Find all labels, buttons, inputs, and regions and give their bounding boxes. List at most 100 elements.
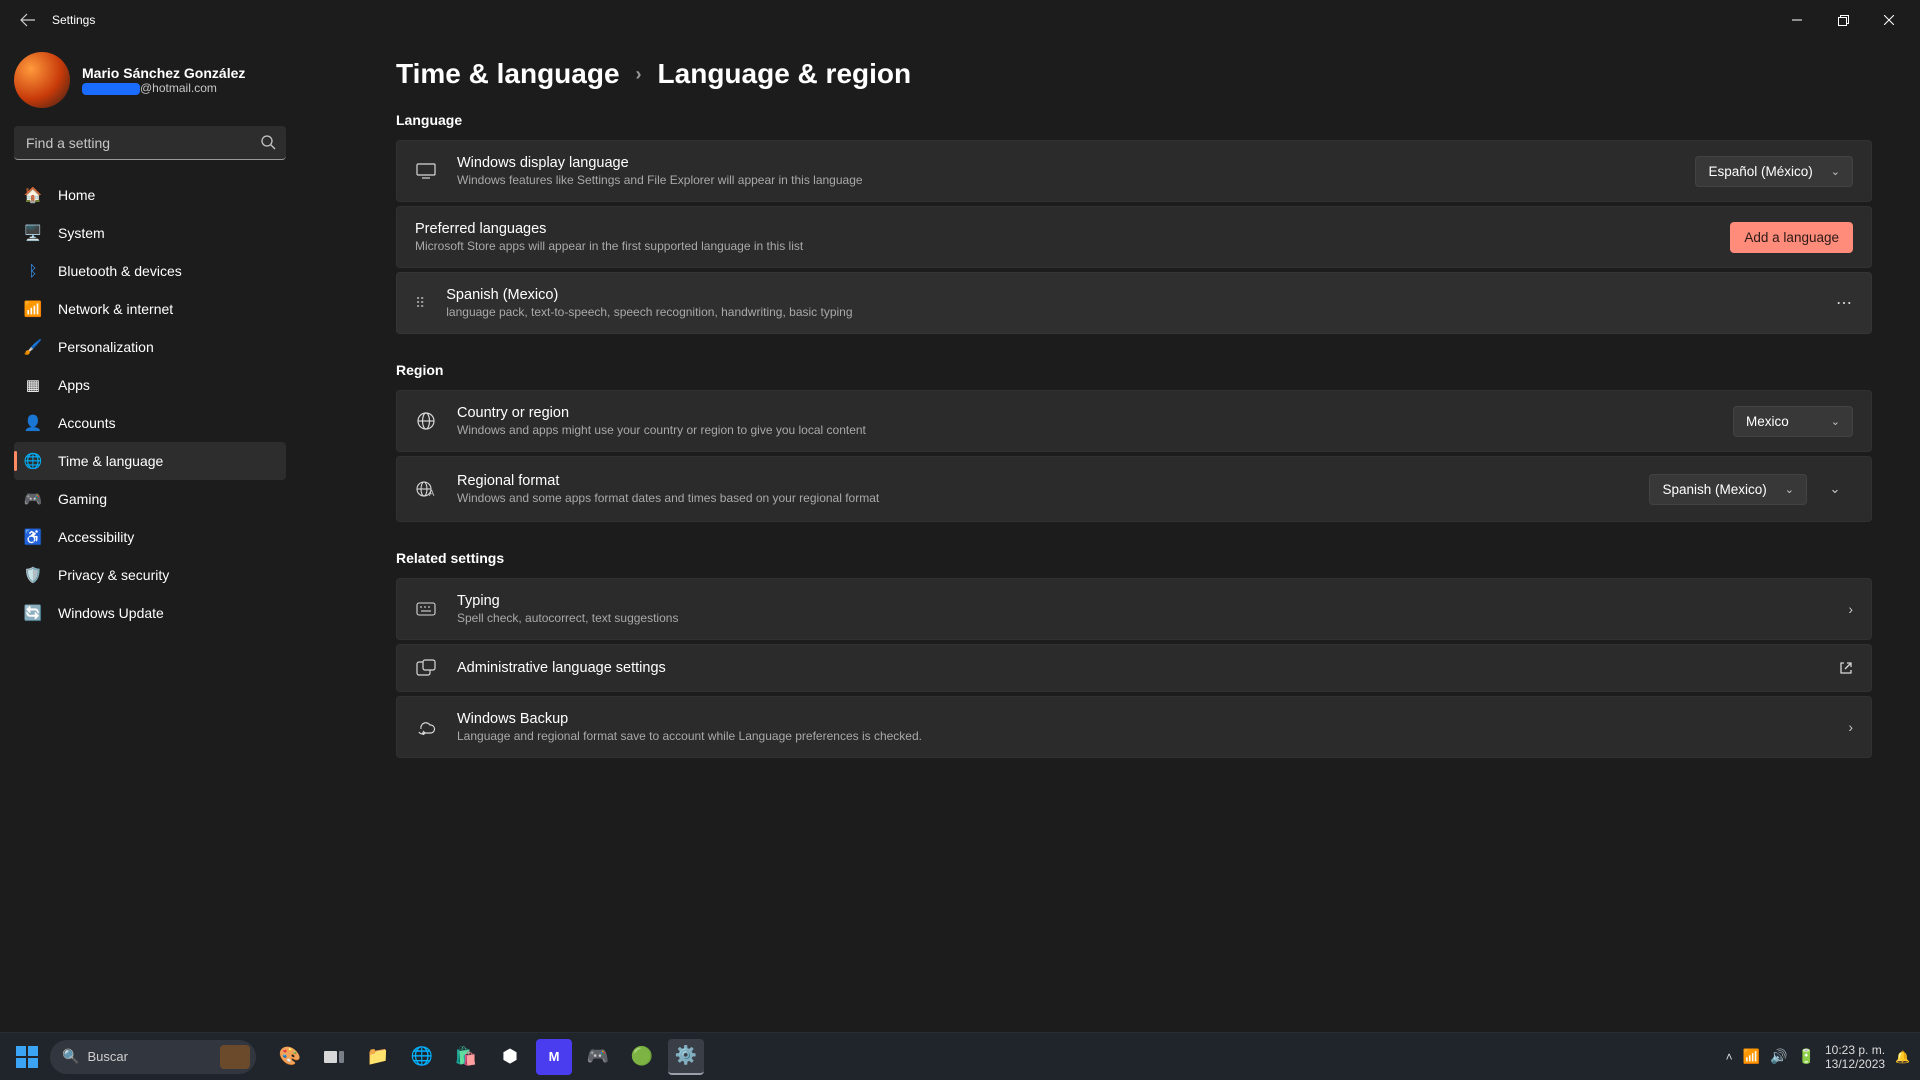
sidebar-item-accounts[interactable]: 👤Accounts [14, 404, 286, 442]
card-regional-format[interactable]: A Regional format Windows and some apps … [396, 456, 1872, 522]
tray-show-hidden-icon[interactable]: ˄ [1726, 1050, 1733, 1064]
breadcrumb-parent[interactable]: Time & language [396, 58, 620, 90]
window-title: Settings [52, 13, 95, 27]
sidebar-item-bluetooth[interactable]: ᛒ Bluetooth & devices [14, 252, 286, 290]
dropdown-display-language[interactable]: Español (México) ⌄ [1695, 156, 1853, 187]
taskbar-app-chrome[interactable]: 🟢 [624, 1039, 660, 1075]
card-title: Preferred languages [415, 221, 1710, 237]
taskbar-app-m[interactable]: M [536, 1039, 572, 1075]
profile-email: @hotmail.com [82, 81, 245, 95]
email-redacted [82, 83, 140, 95]
card-title: Spanish (Mexico) [446, 287, 1816, 303]
sidebar-item-label: System [58, 225, 105, 241]
taskbar-search-label: Buscar [87, 1049, 127, 1064]
sidebar-item-privacy[interactable]: 🛡️Privacy & security [14, 556, 286, 594]
card-title: Windows display language [457, 155, 1675, 171]
taskbar-app-taskview[interactable] [316, 1039, 352, 1075]
nav-list: 🏠 Home 🖥️System ᛒ Bluetooth & devices 📶Net… [14, 176, 286, 632]
sidebar-item-label: Bluetooth & devices [58, 263, 182, 279]
taskbar-app-explorer[interactable]: 📁 [360, 1039, 396, 1075]
sidebar-item-personalization[interactable]: 🖌️Personalization [14, 328, 286, 366]
accessibility-icon: ♿ [24, 528, 42, 546]
tray-icons[interactable]: 📶 🔊 🔋 [1743, 1048, 1815, 1065]
taskbar-date: 13/12/2023 [1825, 1057, 1885, 1071]
card-desc: Windows and some apps format dates and t… [457, 491, 1629, 505]
email-suffix: @hotmail.com [140, 81, 217, 95]
globe-icon [415, 412, 437, 430]
sidebar-item-label: Network & internet [58, 301, 173, 317]
taskbar-app-3d[interactable]: ⬢ [492, 1039, 528, 1075]
chevron-down-icon: ⌄ [1785, 483, 1794, 496]
drag-handle-icon[interactable]: ⠿ [415, 299, 426, 307]
expand-button[interactable]: ⌄ [1817, 471, 1853, 507]
card-language-item[interactable]: ⠿ Spanish (Mexico) language pack, text-t… [396, 272, 1872, 334]
dropdown-value: Mexico [1746, 414, 1789, 429]
more-options-button[interactable]: ⋯ [1836, 293, 1853, 313]
taskbar-app-edge[interactable]: 🌐 [404, 1039, 440, 1075]
card-admin-language[interactable]: Administrative language settings [396, 644, 1872, 692]
battery-icon: 🔋 [1798, 1048, 1815, 1065]
card-typing[interactable]: Typing Spell check, autocorrect, text su… [396, 578, 1872, 640]
gaming-icon: 🎮 [24, 490, 42, 508]
sidebar-item-gaming[interactable]: 🎮Gaming [14, 480, 286, 518]
search-icon: 🔍 [62, 1048, 79, 1065]
taskbar-clock[interactable]: 10:23 p. m. 13/12/2023 [1825, 1043, 1885, 1071]
start-button[interactable] [10, 1040, 44, 1074]
back-arrow-icon [20, 12, 36, 28]
sidebar-item-network[interactable]: 📶Network & internet [14, 290, 286, 328]
dropdown-country[interactable]: Mexico ⌄ [1733, 406, 1853, 437]
card-title: Country or region [457, 405, 1713, 421]
sidebar-item-apps[interactable]: ▦Apps [14, 366, 286, 404]
card-display-language[interactable]: Windows display language Windows feature… [396, 140, 1872, 202]
taskbar-app-store[interactable]: 🛍️ [448, 1039, 484, 1075]
card-title: Typing [457, 593, 1828, 609]
sidebar-item-system[interactable]: 🖥️System [14, 214, 286, 252]
bluetooth-icon: ᛒ [24, 262, 42, 280]
profile-block[interactable]: Mario Sánchez González @hotmail.com [14, 52, 286, 108]
profile-info: Mario Sánchez González @hotmail.com [82, 65, 245, 95]
taskbar-search[interactable]: 🔍 Buscar [50, 1040, 256, 1074]
taskbar-app-xbox[interactable]: 🎮 [580, 1039, 616, 1075]
home-icon: 🏠 [24, 186, 42, 204]
chevron-down-icon: ⌄ [1831, 165, 1840, 178]
sidebar-item-label: Home [58, 187, 95, 203]
back-button[interactable] [8, 0, 48, 40]
breadcrumb-current: Language & region [658, 58, 912, 90]
card-title: Regional format [457, 473, 1629, 489]
sidebar-item-update[interactable]: 🔄Windows Update [14, 594, 286, 632]
taskbar-time: 10:23 p. m. [1825, 1043, 1885, 1057]
search-highlight-icon [220, 1045, 250, 1069]
sidebar-item-home[interactable]: 🏠 Home [14, 176, 286, 214]
card-country-region[interactable]: Country or region Windows and apps might… [396, 390, 1872, 452]
sidebar-item-label: Accounts [58, 415, 116, 431]
volume-icon: 🔊 [1770, 1048, 1787, 1065]
sidebar-item-label: Windows Update [58, 605, 164, 621]
close-button[interactable] [1866, 4, 1912, 36]
maximize-button[interactable] [1820, 4, 1866, 36]
sidebar-item-time-language[interactable]: 🌐Time & language [14, 442, 286, 480]
taskbar-app-copilot[interactable]: 🎨 [272, 1039, 308, 1075]
keyboard-icon [415, 602, 437, 616]
card-desc: Spell check, autocorrect, text suggestio… [457, 611, 1828, 625]
search-input[interactable] [14, 126, 286, 160]
dropdown-value: Español (México) [1708, 164, 1812, 179]
breadcrumb: Time & language › Language & region [396, 58, 1872, 90]
minimize-button[interactable] [1774, 4, 1820, 36]
window-controls [1774, 4, 1912, 36]
profile-name: Mario Sánchez González [82, 65, 245, 81]
svg-text:A: A [429, 489, 435, 498]
taskbar: 🔍 Buscar 🎨 📁 🌐 🛍️ ⬢ M 🎮 🟢 ⚙️ ˄ 📶 🔊 🔋 10:… [0, 1032, 1920, 1080]
apps-icon: ▦ [24, 376, 42, 394]
add-language-button[interactable]: Add a language [1730, 222, 1853, 253]
sidebar-item-label: Personalization [58, 339, 154, 355]
external-link-icon [1839, 661, 1853, 675]
taskbar-app-settings[interactable]: ⚙️ [668, 1039, 704, 1075]
card-desc: Windows features like Settings and File … [457, 173, 1675, 187]
sidebar-item-accessibility[interactable]: ♿Accessibility [14, 518, 286, 556]
wifi-icon: 📶 [1743, 1048, 1760, 1065]
sidebar-item-label: Privacy & security [58, 567, 169, 583]
card-windows-backup[interactable]: Windows Backup Language and regional for… [396, 696, 1872, 758]
dropdown-regional-format[interactable]: Spanish (Mexico) ⌄ [1649, 474, 1807, 505]
notifications-icon[interactable]: 🔔 [1895, 1050, 1910, 1064]
search-icon [260, 134, 276, 150]
